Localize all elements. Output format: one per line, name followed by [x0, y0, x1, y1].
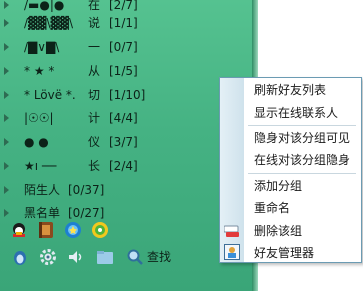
menu-separator	[248, 173, 356, 174]
settings-gear-icon[interactable]	[39, 248, 57, 266]
group-count: [0/7]	[109, 40, 138, 54]
expand-arrow-icon[interactable]	[4, 19, 9, 27]
contact-group-row[interactable]: 陌生人 [0/37]	[0, 178, 252, 203]
menu-item-show-online-contacts[interactable]: 显示在线联系人	[254, 105, 338, 121]
group-count: [0/37]	[68, 183, 105, 197]
contact-group-row[interactable]: |☉☉| 计 [4/4]	[0, 106, 252, 131]
menu-item-rename[interactable]: 重命名	[254, 200, 290, 216]
group-name: /▓▓\▓▓\	[24, 16, 74, 30]
menu-item-refresh-friend-list[interactable]: 刷新好友列表	[254, 82, 326, 98]
expand-arrow-icon[interactable]	[4, 209, 9, 217]
group-name: /▇∨▇\	[24, 40, 60, 54]
music-icon[interactable]	[91, 221, 109, 239]
expand-arrow-icon[interactable]	[4, 138, 9, 146]
find-button-label[interactable]: 查找	[147, 249, 171, 265]
group-name: * Lövë *.	[24, 88, 76, 102]
contact-group-row[interactable]: /▓▓\▓▓\ 说 [1/1]	[0, 11, 252, 36]
search-icon[interactable]	[126, 248, 144, 266]
group-context-menu: 刷新好友列表 显示在线联系人 隐身对该分组可见 在线对该分组隐身 添加分组 重命…	[219, 77, 362, 263]
delete-group-icon	[223, 224, 240, 243]
contact-group-row[interactable]: ★ı ── 长 [2/4]	[0, 154, 252, 179]
menu-separator	[248, 125, 356, 126]
group-count: [1/10]	[109, 88, 146, 102]
penguin-icon[interactable]	[11, 248, 29, 266]
expand-arrow-icon[interactable]	[4, 114, 9, 122]
group-label: 计	[88, 111, 101, 125]
friend-manager-icon	[224, 244, 240, 264]
contact-group-row[interactable]: * Lövë *. 切 [1/10]	[0, 83, 252, 108]
group-name: |☉☉|	[24, 111, 54, 125]
menu-item-add-group[interactable]: 添加分组	[254, 178, 302, 194]
contact-group-row[interactable]: * ★ * 从 [1/5]	[0, 59, 252, 84]
contact-group-row[interactable]: /▇∨▇\ 一 [0/7]	[0, 35, 252, 60]
group-name: ★ı ──	[24, 159, 57, 173]
group-label: 说	[88, 16, 101, 30]
group-label: 从	[88, 64, 101, 78]
expand-arrow-icon[interactable]	[4, 162, 9, 170]
group-count: [2/4]	[109, 159, 138, 173]
expand-arrow-icon[interactable]	[4, 1, 9, 9]
group-name: 陌生人	[24, 183, 61, 197]
volume-icon[interactable]	[67, 248, 85, 266]
expand-arrow-icon[interactable]	[4, 91, 9, 99]
group-count: [3/7]	[109, 135, 138, 149]
contact-group-row[interactable]: ● ● 仪 [3/7]	[0, 130, 252, 155]
address-book-icon[interactable]	[37, 221, 55, 239]
expand-arrow-icon[interactable]	[4, 67, 9, 75]
group-name: * ★ *	[24, 64, 55, 78]
expand-arrow-icon[interactable]	[4, 186, 9, 194]
menu-item-online-hidden-from-group[interactable]: 在线对该分组隐身	[254, 152, 350, 168]
group-label: 切	[88, 88, 101, 102]
group-label: 长	[88, 159, 101, 173]
group-count: [1/1]	[109, 16, 138, 30]
group-count: [1/5]	[109, 64, 138, 78]
folder-icon[interactable]	[96, 248, 114, 266]
expand-arrow-icon[interactable]	[4, 43, 9, 51]
menu-item-delete-group[interactable]: 删除该组	[254, 223, 302, 239]
qq-zone-icon[interactable]	[64, 221, 82, 239]
group-label: 仪	[88, 135, 101, 149]
qq-logo-icon[interactable]	[10, 221, 28, 239]
group-name: ● ●	[24, 135, 49, 149]
group-label: 一	[88, 40, 101, 54]
group-count: [4/4]	[109, 111, 138, 125]
menu-item-friend-manager[interactable]: 好友管理器	[254, 245, 314, 261]
menu-item-invisible-visible-to-group[interactable]: 隐身对该分组可见	[254, 130, 350, 146]
